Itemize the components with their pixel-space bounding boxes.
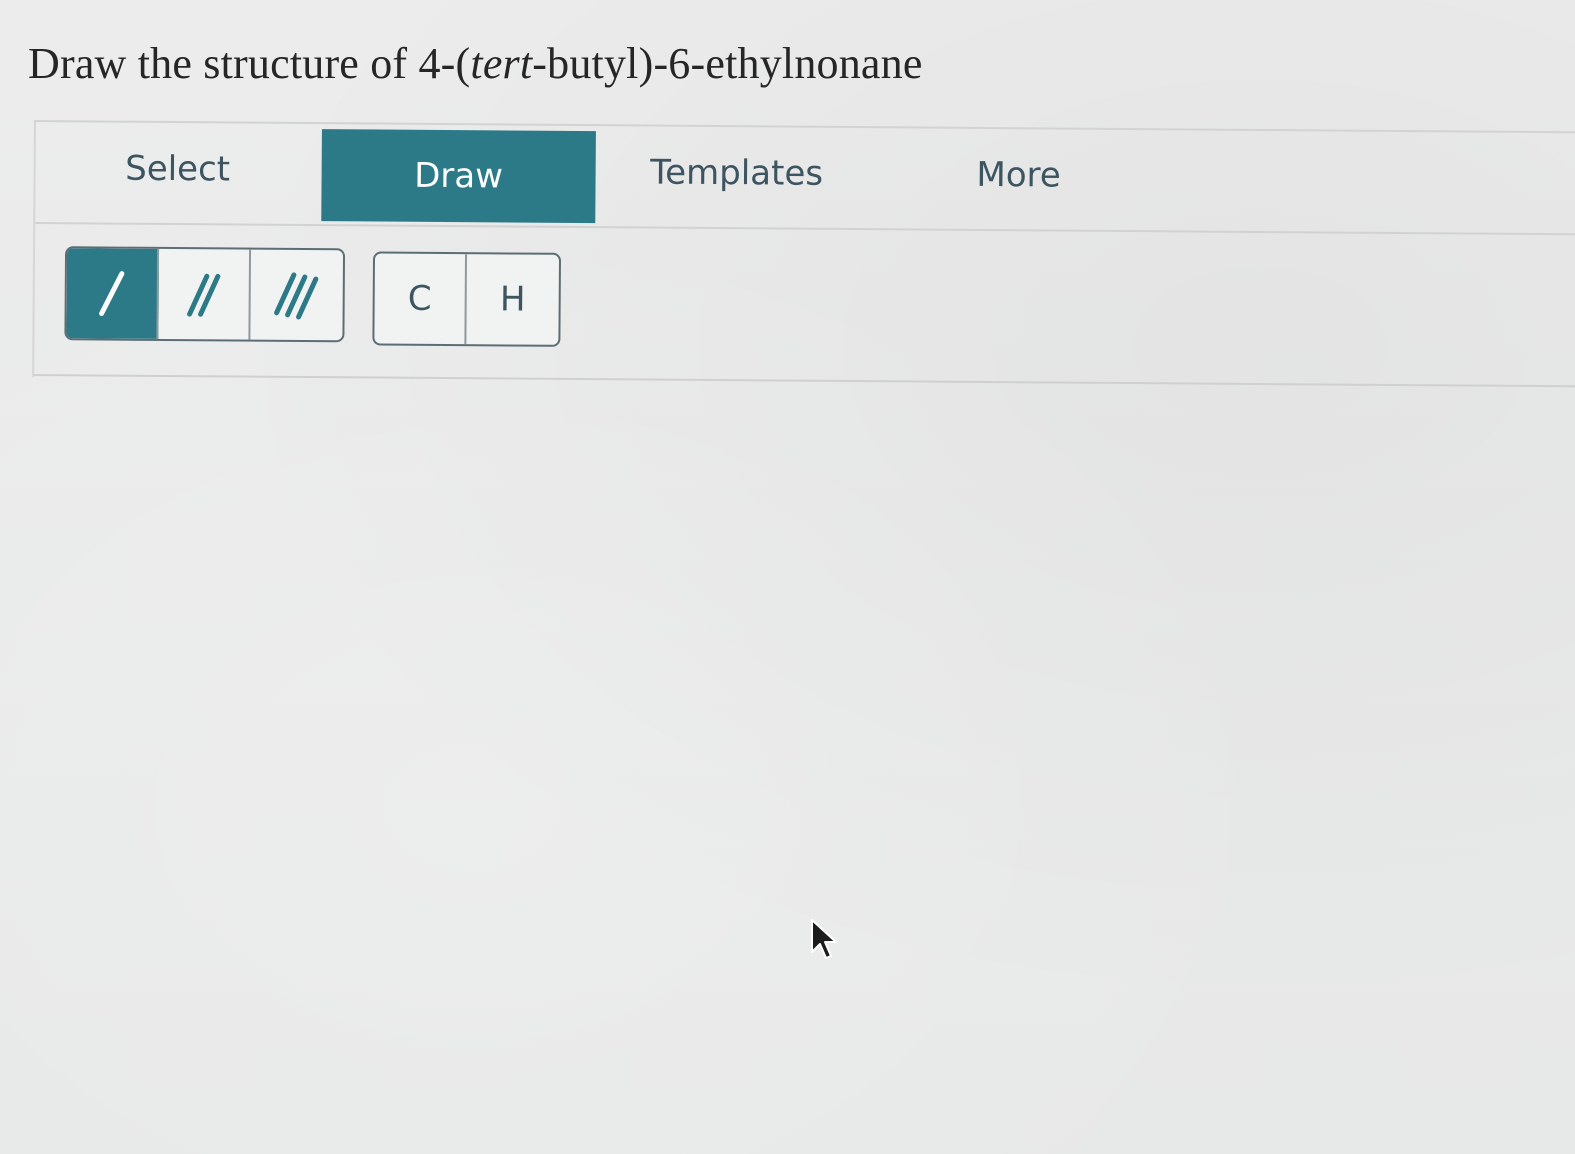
triple-bond-icon (274, 272, 319, 320)
question-suffix: -butyl)-6-ethylnonane (532, 39, 923, 88)
tab-select[interactable]: Select (35, 122, 320, 216)
carbon-label: C (407, 278, 432, 319)
hydrogen-label: H (499, 279, 526, 320)
double-bond-icon (187, 273, 221, 317)
tab-templates[interactable]: Templates (595, 126, 878, 220)
single-bond-button[interactable] (66, 248, 160, 339)
atom-tool-group: C H (372, 251, 562, 347)
double-bond-button[interactable] (158, 248, 252, 340)
triple-bond-button[interactable] (250, 250, 343, 341)
mouse-pointer-icon (811, 919, 837, 959)
structure-editor: Select Draw Templates More C H (32, 120, 1575, 389)
bond-tool-group (64, 246, 346, 343)
tab-more[interactable]: More (877, 128, 1160, 222)
question-italic: tert (470, 39, 533, 88)
hydrogen-atom-button[interactable]: H (466, 254, 559, 345)
carbon-atom-button[interactable]: C (374, 253, 468, 345)
editor-tab-bar: Select Draw Templates More (35, 122, 1575, 236)
tab-draw[interactable]: Draw (321, 129, 596, 224)
question-prompt: Draw the structure of 4-(tert-butyl)-6-e… (28, 38, 923, 89)
draw-toolbar: C H (34, 224, 1575, 388)
single-bond-icon (99, 271, 125, 317)
question-prefix: Draw the structure of 4-( (28, 39, 471, 88)
